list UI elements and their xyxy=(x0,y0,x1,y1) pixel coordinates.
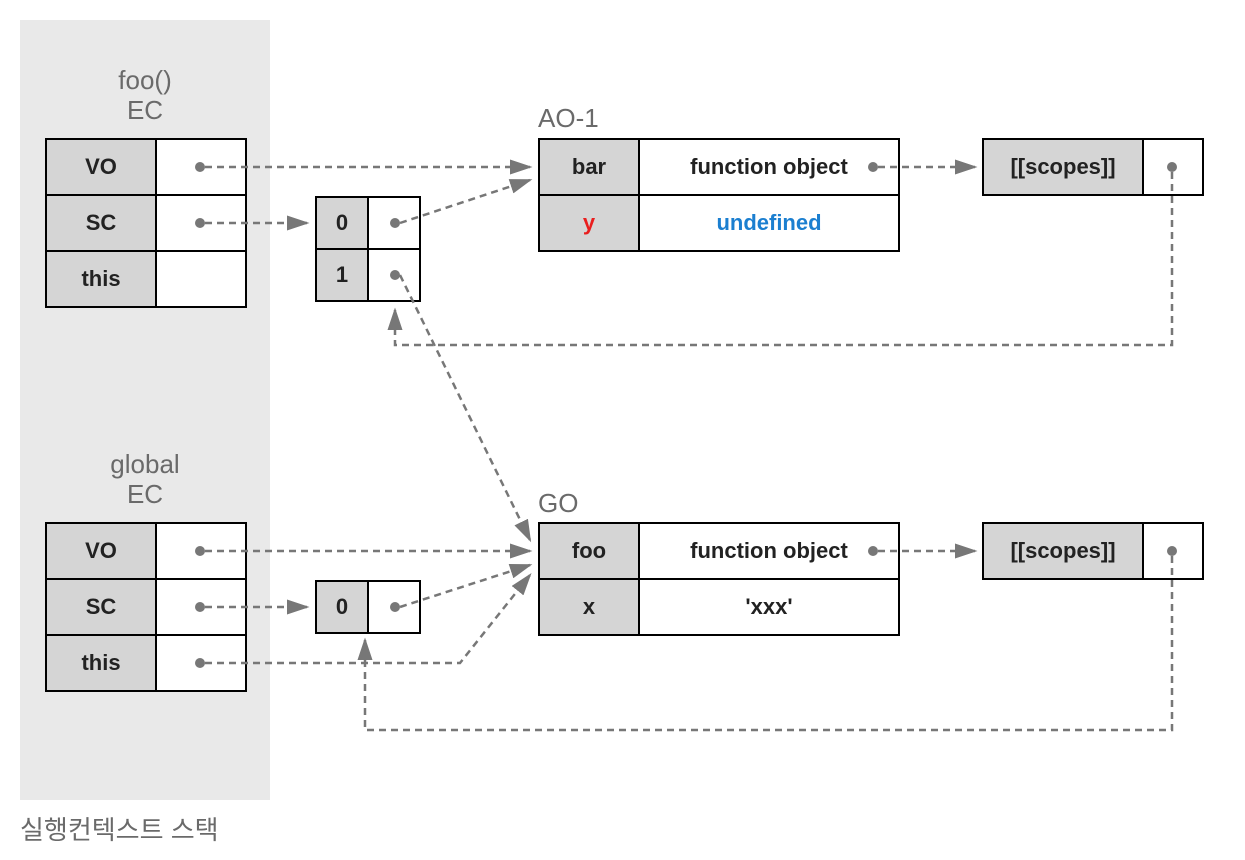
dot-sc-foo-1 xyxy=(390,270,400,280)
ao1-bar-val: function object xyxy=(639,139,899,195)
foo-ec-this-ptr xyxy=(156,251,246,307)
ao1-table: bar function object y undefined xyxy=(538,138,900,252)
dot-sc-global-0 xyxy=(390,602,400,612)
global-ec-title-text: global EC xyxy=(110,449,179,509)
go-x-val: 'xxx' xyxy=(639,579,899,635)
global-ec-vo-label: VO xyxy=(46,523,156,579)
sc-foo-list: 0 1 xyxy=(315,196,421,302)
ao1-bar-key: bar xyxy=(539,139,639,195)
stack-caption: 실행컨텍스트 스택 xyxy=(20,810,219,847)
dot-scopes1 xyxy=(1167,162,1177,172)
go-foo-key: foo xyxy=(539,523,639,579)
sc-foo-row-0: 0 xyxy=(316,197,420,249)
go-title: GO xyxy=(538,488,578,519)
sc-foo-row-1: 1 xyxy=(316,249,420,301)
scopes1-label: [[scopes]] xyxy=(983,139,1143,195)
foo-ec-this-label: this xyxy=(46,251,156,307)
foo-ec-title: foo() EC xyxy=(45,66,245,126)
foo-ec-table: VO SC this xyxy=(45,138,247,308)
global-ec-row-sc: SC xyxy=(46,579,246,635)
global-ec-row-vo: VO xyxy=(46,523,246,579)
sc-global-list: 0 xyxy=(315,580,421,634)
global-ec-this-label: this xyxy=(46,635,156,691)
sc-global-idx-0: 0 xyxy=(316,581,368,633)
go-foo-val: function object xyxy=(639,523,899,579)
ao1-y-key: y xyxy=(539,195,639,251)
sc-global-row-0: 0 xyxy=(316,581,420,633)
foo-ec-row-sc: SC xyxy=(46,195,246,251)
go-table: foo function object x 'xxx' xyxy=(538,522,900,636)
ao1-row-bar: bar function object xyxy=(539,139,899,195)
global-ec-table: VO SC this xyxy=(45,522,247,692)
dot-global-this xyxy=(195,658,205,668)
sc-foo-idx-0: 0 xyxy=(316,197,368,249)
sc-foo-idx-1: 1 xyxy=(316,249,368,301)
dot-global-sc xyxy=(195,602,205,612)
global-ec-row-this: this xyxy=(46,635,246,691)
dot-global-vo xyxy=(195,546,205,556)
foo-ec-row-this: this xyxy=(46,251,246,307)
go-row-foo: foo function object xyxy=(539,523,899,579)
dot-bar-funcobj xyxy=(868,162,878,172)
ao1-title: AO-1 xyxy=(538,103,599,134)
dot-foo-vo xyxy=(195,162,205,172)
foo-ec-sc-label: SC xyxy=(46,195,156,251)
dot-foo-sc xyxy=(195,218,205,228)
scopes2-label: [[scopes]] xyxy=(983,523,1143,579)
global-ec-title: global EC xyxy=(45,450,245,510)
dot-sc-foo-0 xyxy=(390,218,400,228)
foo-ec-title-text: foo() EC xyxy=(118,65,171,125)
foo-ec-row-vo: VO xyxy=(46,139,246,195)
global-ec-sc-label: SC xyxy=(46,579,156,635)
foo-ec-vo-label: VO xyxy=(46,139,156,195)
ao1-row-y: y undefined xyxy=(539,195,899,251)
go-x-key: x xyxy=(539,579,639,635)
dot-scopes2 xyxy=(1167,546,1177,556)
go-row-x: x 'xxx' xyxy=(539,579,899,635)
ao1-y-val: undefined xyxy=(639,195,899,251)
dot-foo-funcobj xyxy=(868,546,878,556)
